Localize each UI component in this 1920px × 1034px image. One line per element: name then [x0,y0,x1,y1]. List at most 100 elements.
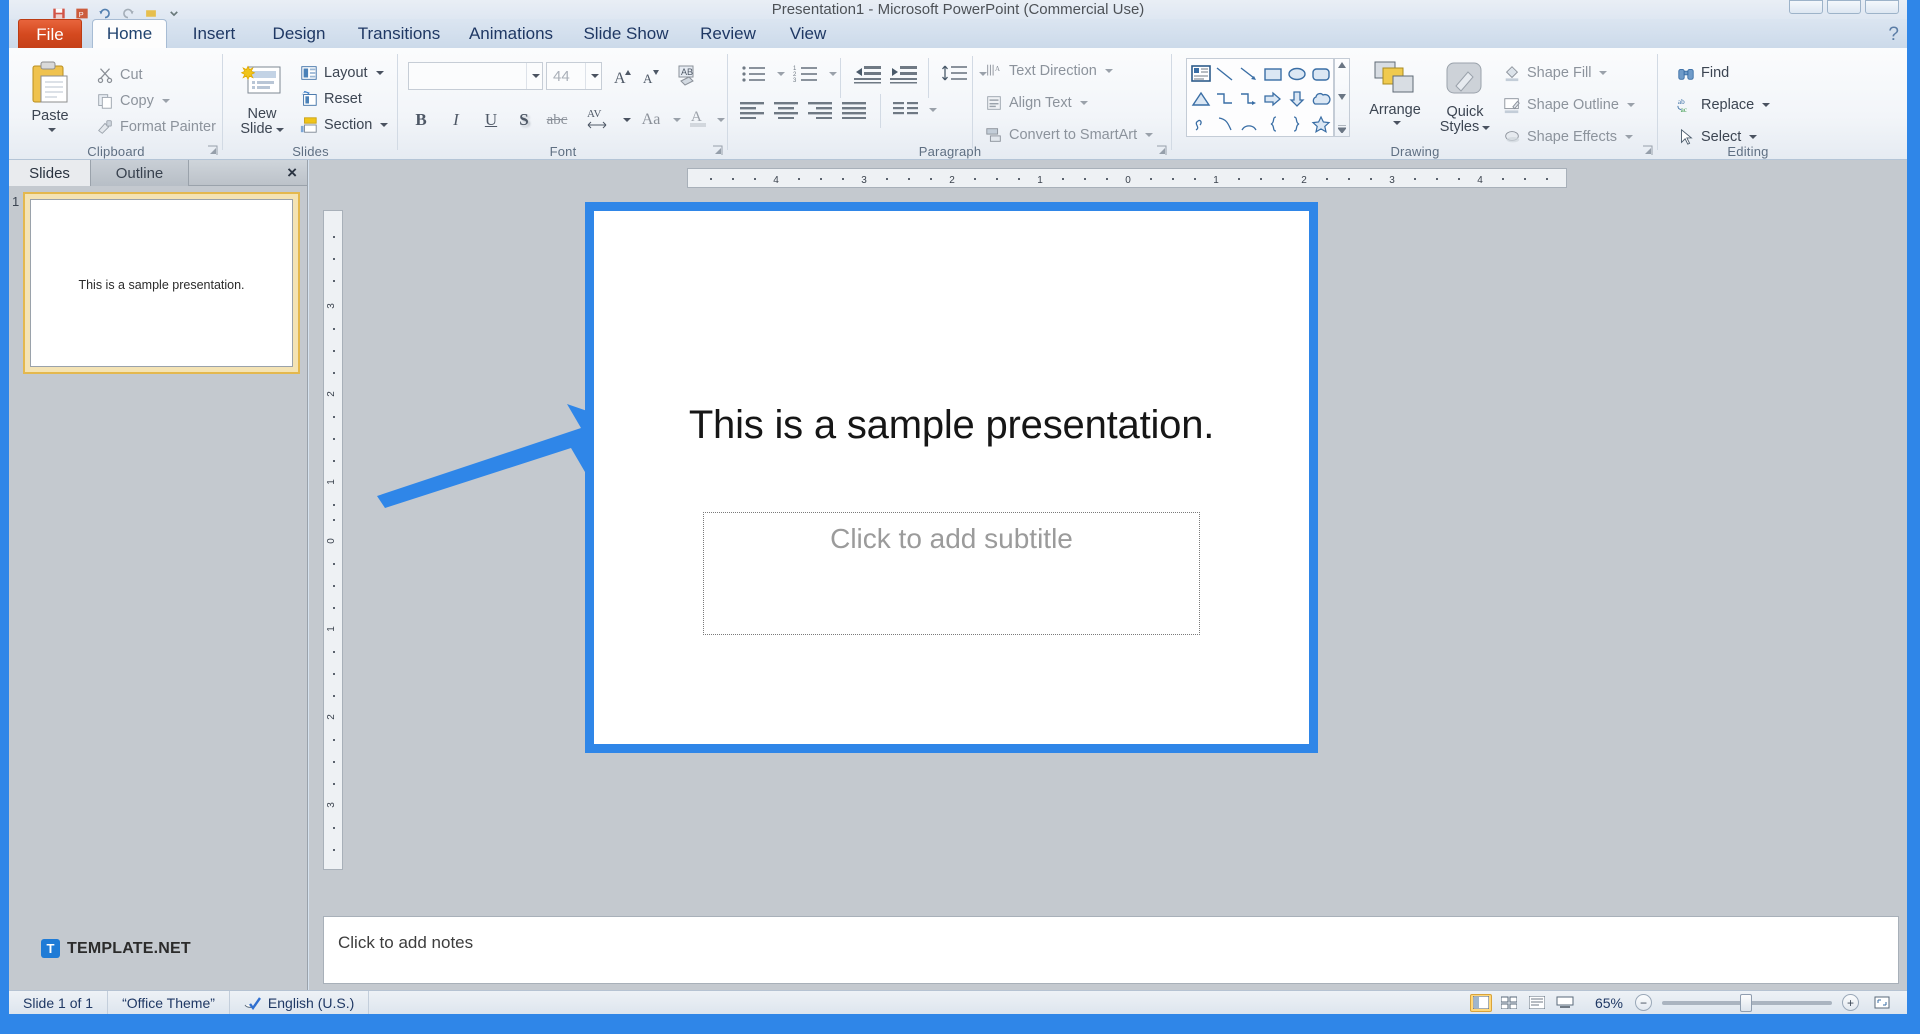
convert-to-smartart-button[interactable]: Convert to SmartArt [984,126,1153,144]
shape-outline-caret-icon[interactable] [1627,103,1635,107]
minimize-button[interactable] [1789,0,1823,14]
shape-outline-button[interactable]: Shape Outline [1502,96,1635,114]
shrink-font-button[interactable]: A [638,64,664,88]
align-center-button[interactable] [772,96,802,124]
section-caret-icon[interactable] [380,123,388,127]
notes-pane[interactable]: Click to add notes [323,916,1899,984]
tab-design[interactable]: Design [261,19,337,49]
section-button[interactable]: Section [299,116,388,134]
change-case-caret-icon[interactable] [673,118,681,122]
arrange-caret-icon[interactable] [1393,121,1401,125]
text-direction-caret-icon[interactable] [1105,69,1113,73]
shape-left-brace[interactable] [1261,111,1285,136]
shape-right-arrow[interactable] [1261,86,1285,111]
slide-title-text[interactable]: This is a sample presentation. [637,403,1266,448]
help-icon[interactable]: ? [1888,24,1899,46]
replace-caret-icon[interactable] [1762,103,1770,107]
character-spacing-caret-icon[interactable] [623,118,631,122]
font-size-dropdown-icon[interactable] [585,63,601,89]
drawing-dialog-launcher[interactable] [1642,145,1654,157]
line-spacing-button[interactable] [938,60,972,88]
tab-transitions[interactable]: Transitions [349,19,449,49]
quick-access-toolbar[interactable]: P [51,0,182,20]
shape-line[interactable] [1213,61,1237,86]
status-theme[interactable]: “Office Theme” [108,991,230,1014]
shape-right-brace[interactable] [1285,111,1309,136]
shape-arc[interactable] [1237,111,1261,136]
shape-oval[interactable] [1285,61,1309,86]
shape-effects-caret-icon[interactable] [1625,135,1633,139]
tab-slide-show[interactable]: Slide Show [573,19,679,49]
fit-slide-to-window-button[interactable] [1871,994,1893,1012]
zoom-in-button[interactable]: + [1842,994,1859,1011]
align-right-button[interactable] [806,96,836,124]
change-case-button[interactable]: Aa [634,108,668,132]
align-text-caret-icon[interactable] [1080,101,1088,105]
shape-elbow-connector[interactable] [1213,86,1237,111]
view-normal-button[interactable] [1470,994,1492,1012]
status-language-group[interactable]: English (U.S.) [230,991,369,1014]
font-dialog-launcher[interactable] [712,145,724,157]
grow-font-button[interactable]: A [610,64,636,88]
strikethrough-button[interactable]: abc [544,108,570,132]
font-color-caret-icon[interactable] [717,118,725,122]
align-text-button[interactable]: Align Text [984,94,1088,112]
shape-down-arrow[interactable] [1285,86,1309,111]
shape-curve[interactable] [1213,111,1237,136]
underline-button[interactable]: U [478,108,504,132]
numbering-button[interactable]: 123 [790,60,822,88]
increase-indent-button[interactable] [888,60,920,88]
paste-button[interactable]: Paste [19,60,81,132]
copy-button[interactable]: Copy [95,92,170,110]
zoom-level-label[interactable]: 65% [1595,995,1623,1011]
scroll-down-icon[interactable] [1338,94,1346,100]
new-slide-caret-icon[interactable] [276,128,284,132]
zoom-slider[interactable] [1662,1001,1832,1005]
layout-button[interactable]: Layout [299,64,384,82]
shape-elbow-arrow-connector[interactable] [1237,86,1261,111]
select-caret-icon[interactable] [1749,135,1757,139]
zoom-out-button[interactable]: − [1635,994,1652,1011]
copy-caret-icon[interactable] [162,99,170,103]
font-size-combobox[interactable]: 44 [546,62,602,90]
font-name-dropdown-icon[interactable] [526,63,542,89]
view-reading-button[interactable] [1526,994,1548,1012]
shape-star[interactable] [1309,111,1333,136]
tab-view[interactable]: View [777,19,839,49]
replace-button[interactable]: abac Replace [1676,96,1770,114]
bullets-button[interactable] [738,60,770,88]
quick-styles-caret-icon[interactable] [1482,126,1490,130]
columns-button[interactable] [890,96,922,124]
shape-cloud[interactable] [1309,86,1333,111]
view-slide-show-button[interactable] [1554,994,1576,1012]
clear-formatting-button[interactable]: AB [673,62,703,90]
tab-file[interactable]: File [18,19,82,49]
shape-arrow[interactable] [1237,61,1261,86]
decrease-indent-button[interactable] [852,60,884,88]
close-panel-icon[interactable]: × [287,163,297,183]
maximize-button[interactable] [1827,0,1861,14]
shape-rounded-rectangle[interactable] [1309,61,1333,86]
shape-rectangle[interactable] [1261,61,1285,86]
find-button[interactable]: Find [1676,64,1729,82]
new-slide-button[interactable]: New Slide [231,62,293,137]
view-slide-sorter-button[interactable] [1498,994,1520,1012]
shapes-gallery-scrollbar[interactable] [1334,58,1350,137]
italic-button[interactable]: I [443,108,469,132]
slide-thumbnail-selected[interactable]: This is a sample presentation. [23,192,300,374]
bold-button[interactable]: B [408,108,434,132]
font-color-button[interactable]: A [686,106,712,130]
status-slide-count[interactable]: Slide 1 of 1 [9,991,108,1014]
slide-canvas-frame[interactable]: This is a sample presentation. Click to … [585,202,1318,753]
arrange-button[interactable]: Arrange [1364,60,1426,125]
tab-insert[interactable]: Insert [179,19,249,49]
font-name-combobox[interactable] [408,62,543,90]
shape-triangle[interactable] [1189,86,1213,111]
slide-canvas[interactable]: This is a sample presentation. Click to … [594,211,1309,744]
subtitle-placeholder[interactable]: Click to add subtitle [703,512,1201,635]
shape-fill-button[interactable]: Shape Fill [1502,64,1607,82]
scroll-up-icon[interactable] [1338,62,1346,68]
tab-home[interactable]: Home [92,19,167,49]
smartart-caret-icon[interactable] [1145,133,1153,137]
format-painter-button[interactable]: Format Painter [95,118,216,136]
